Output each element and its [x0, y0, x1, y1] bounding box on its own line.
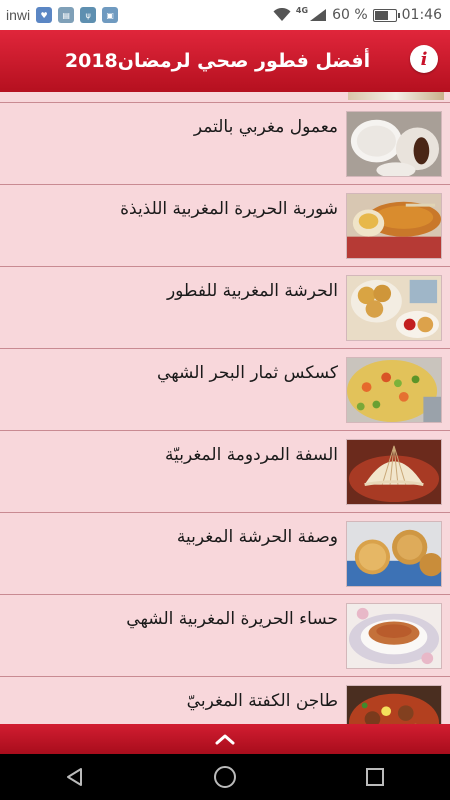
status-bar: inwi ♥ ▤ ψ ▣ 4G 60 % 01:46	[0, 0, 450, 30]
recipe-thumbnail-seffa	[346, 439, 442, 505]
list-item[interactable]: الحرشة المغربية للفطور	[0, 267, 450, 349]
list-item[interactable]: وصفة الحرشة المغربية	[0, 513, 450, 595]
recipe-thumbnail	[348, 92, 444, 100]
recents-square-icon	[366, 768, 384, 786]
scroll-to-top-button[interactable]	[0, 724, 450, 754]
app-icon: ▤	[58, 7, 75, 23]
list-item[interactable]: شوربة الحريرة المغربية اللذيذة	[0, 185, 450, 267]
back-button[interactable]	[45, 757, 105, 797]
navigation-bar	[0, 754, 450, 800]
carrier-label: inwi	[6, 7, 31, 23]
chevron-up-icon	[215, 734, 235, 745]
list-item[interactable]: طاجن الكفتة المغربيّ	[0, 677, 450, 724]
recipe-thumbnail-harira-bowl	[346, 603, 442, 669]
status-bar-left: inwi ♥ ▤ ψ ▣	[0, 7, 119, 23]
info-icon: i	[420, 48, 428, 70]
recipe-thumbnail-harira	[346, 193, 442, 259]
battery-percent: 60 %	[332, 7, 368, 23]
info-button[interactable]: i	[410, 45, 438, 73]
clock: 01:46	[401, 7, 442, 23]
health-app-icon: ♥	[36, 7, 53, 23]
recents-button[interactable]	[345, 757, 405, 797]
network-type-label: 4G	[295, 5, 309, 15]
recipe-title: كسكس ثمار البحر الشهي	[157, 363, 338, 383]
recipe-title: حساء الحريرة المغربية الشهي	[126, 609, 338, 629]
home-circle-icon	[214, 766, 236, 788]
recipe-thumbnail-harcha-recipe	[346, 521, 442, 587]
recipe-title: وصفة الحرشة المغربية	[176, 527, 338, 547]
recipe-title: السفة المردومة المغربيّة	[165, 445, 338, 465]
status-bar-right: 4G 60 % 01:46	[273, 5, 450, 23]
list-item[interactable]: السفة المردومة المغربيّة	[0, 431, 450, 513]
image-icon: ▣	[102, 7, 119, 23]
recipe-thumbnail-couscous	[346, 357, 442, 423]
recipe-title: الحرشة المغربية للفطور	[166, 281, 338, 301]
app-bar: أفضل فطور صحي لرمضان2018 i	[0, 30, 450, 92]
wifi-icon	[273, 8, 291, 21]
list-item-partial[interactable]	[0, 92, 450, 103]
recipe-title: شوربة الحريرة المغربية اللذيذة	[120, 199, 338, 219]
signal-icon	[310, 9, 327, 21]
battery-icon	[372, 8, 400, 22]
list-item[interactable]: معمول مغربي بالتمر	[0, 103, 450, 185]
back-triangle-icon	[67, 768, 82, 786]
recipe-title: معمول مغربي بالتمر	[193, 117, 338, 137]
recipe-thumbnail-harcha	[346, 275, 442, 341]
usb-icon: ψ	[80, 7, 97, 23]
recipe-thumbnail-kefta	[346, 685, 442, 724]
recipe-list[interactable]: معمول مغربي بالتمر شوربة الحريرة المغربي…	[0, 92, 450, 724]
recipe-thumbnail-maamoul	[346, 111, 442, 177]
recipe-title: طاجن الكفتة المغربيّ	[186, 691, 338, 711]
list-item[interactable]: كسكس ثمار البحر الشهي	[0, 349, 450, 431]
page-title: أفضل فطور صحي لرمضان2018	[64, 50, 371, 72]
list-item[interactable]: حساء الحريرة المغربية الشهي	[0, 595, 450, 677]
home-button[interactable]	[195, 757, 255, 797]
